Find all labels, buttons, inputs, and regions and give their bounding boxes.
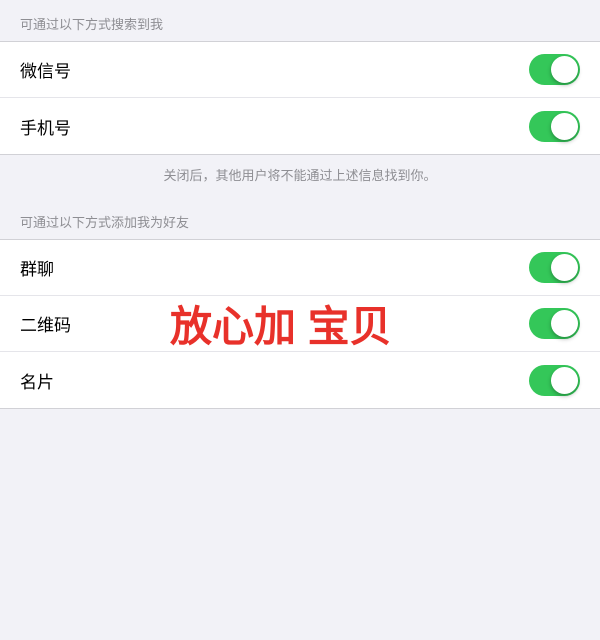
phone-number-row: 手机号 bbox=[0, 98, 600, 154]
group-chat-toggle-thumb bbox=[551, 254, 578, 281]
wechat-id-toggle[interactable] bbox=[529, 54, 580, 85]
group-chat-toggle[interactable] bbox=[529, 252, 580, 283]
phone-number-toggle-track bbox=[529, 111, 580, 142]
business-card-label: 名片 bbox=[20, 368, 54, 393]
phone-number-label: 手机号 bbox=[20, 114, 71, 139]
section2-header: 可通过以下方式添加我为好友 bbox=[0, 198, 600, 239]
qr-code-label: 二维码 bbox=[20, 311, 71, 336]
qr-code-toggle[interactable] bbox=[529, 308, 580, 339]
wechat-id-row: 微信号 bbox=[0, 42, 600, 98]
group-chat-row: 群聊 bbox=[0, 240, 600, 296]
qr-code-toggle-track bbox=[529, 308, 580, 339]
wechat-id-label: 微信号 bbox=[20, 57, 71, 82]
business-card-toggle-thumb bbox=[551, 367, 578, 394]
business-card-row: 名片 bbox=[0, 352, 600, 408]
business-card-toggle[interactable] bbox=[529, 365, 580, 396]
section1-header: 可通过以下方式搜索到我 bbox=[0, 0, 600, 41]
overlay-text: 放心加 宝贝 bbox=[170, 293, 392, 354]
phone-number-toggle[interactable] bbox=[529, 111, 580, 142]
qr-code-row: 二维码 放心加 宝贝 bbox=[0, 296, 600, 352]
note-text: 关闭后，其他用户将不能通过上述信息找到你。 bbox=[20, 165, 580, 184]
group-chat-label: 群聊 bbox=[20, 255, 54, 280]
note-section: 关闭后，其他用户将不能通过上述信息找到你。 bbox=[0, 155, 600, 198]
business-card-toggle-track bbox=[529, 365, 580, 396]
section2-group: 群聊 二维码 放心加 宝贝 名片 bbox=[0, 239, 600, 409]
phone-number-toggle-thumb bbox=[551, 113, 578, 140]
group-chat-toggle-track bbox=[529, 252, 580, 283]
wechat-id-toggle-track bbox=[529, 54, 580, 85]
section1-group: 微信号 手机号 bbox=[0, 41, 600, 155]
wechat-id-toggle-thumb bbox=[551, 56, 578, 83]
qr-code-toggle-thumb bbox=[551, 310, 578, 337]
